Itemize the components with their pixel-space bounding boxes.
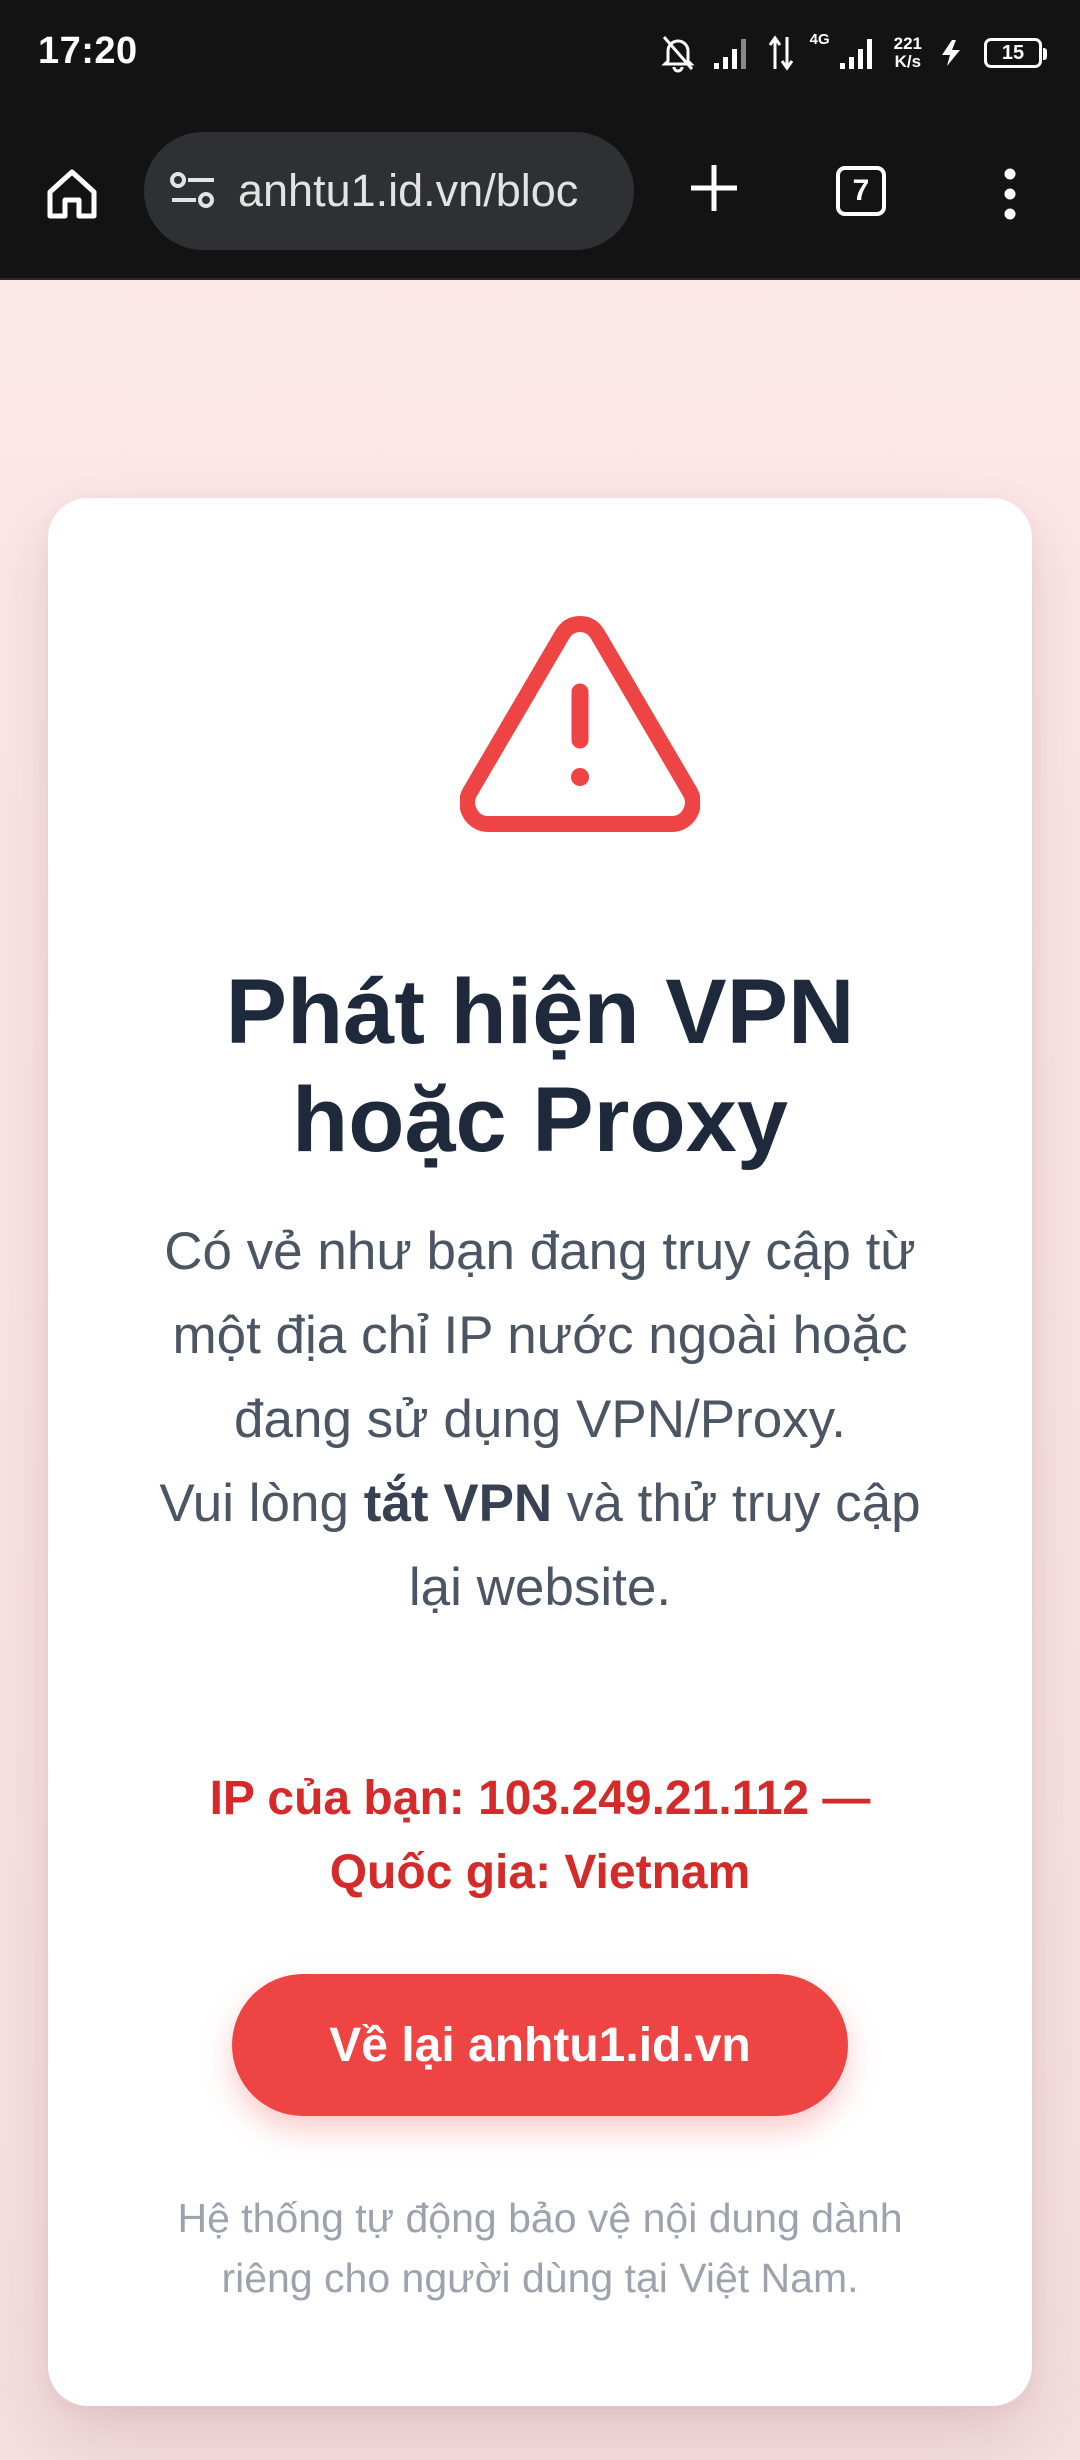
status-time: 17:20 <box>38 30 138 72</box>
signal-icon-2 <box>838 35 878 71</box>
footer-note: Hệ thống tự động bảo vệ nội dung dành ri… <box>177 2195 903 2301</box>
plus-icon <box>691 165 737 211</box>
browser-toolbar: anhtu1.id.vn/bloc 7 <box>0 110 1080 280</box>
browser-menu-button[interactable] <box>980 158 1040 230</box>
status-icons: 4G 221 K/s 15 <box>660 28 1047 78</box>
new-tab-button[interactable] <box>676 150 752 226</box>
battery-icon: 15 <box>984 38 1047 68</box>
more-vert-icon <box>1004 168 1016 220</box>
url-text: anhtu1.id.vn/bloc <box>238 165 579 216</box>
page-title: Phát hiện VPN hoặc Proxy <box>108 958 972 1174</box>
ip-address-line: IP của bạn: 103.249.21.112 — <box>209 1772 871 1825</box>
instruction-text: Vui lòng tắt VPN và thử truy cập lại web… <box>158 1462 922 1630</box>
instruction-emphasis: tắt VPN <box>363 1474 553 1533</box>
vpn-warning-card: Phát hiện VPN hoặc Proxy Có vẻ như bạn đ… <box>48 498 1032 2406</box>
status-bar: 17:20 4G 221 K/s 15 <box>0 0 1080 110</box>
data-transfer-icon <box>768 33 794 73</box>
ip-info: IP của bạn: 103.249.21.112 — Quốc gia: V… <box>138 1762 942 1910</box>
page-title-line-2: hoặc Proxy <box>292 1069 788 1171</box>
tab-count: 7 <box>852 174 870 207</box>
home-button[interactable] <box>36 158 108 230</box>
charging-icon <box>938 38 968 68</box>
network-gen-label: 4G <box>809 30 830 48</box>
description: Có vẻ như bạn đang truy cập từ một địa c… <box>158 1210 922 1630</box>
home-icon <box>47 169 97 219</box>
signal-icon <box>712 35 752 71</box>
warning-triangle-icon <box>460 616 700 832</box>
description-text: Có vẻ như bạn đang truy cập từ một địa c… <box>164 1222 916 1449</box>
country-line: Quốc gia: Vietnam <box>329 1846 751 1899</box>
page-title-line-1: Phát hiện VPN <box>225 961 855 1063</box>
network-speed: 221 K/s <box>894 35 922 71</box>
battery-level: 15 <box>1001 41 1025 64</box>
return-home-button[interactable]: Về lại anhtu1.id.vn <box>232 1974 848 2116</box>
network-speed-value: 221 <box>893 34 922 53</box>
bell-off-icon <box>660 33 696 73</box>
address-bar[interactable]: anhtu1.id.vn/bloc <box>144 132 634 250</box>
site-settings-icon[interactable] <box>166 164 220 218</box>
tab-switcher-button[interactable]: 7 <box>830 160 892 222</box>
instruction-prefix: Vui lòng <box>159 1474 364 1533</box>
tabs-icon: 7 <box>836 166 886 216</box>
network-speed-unit: K/s <box>894 52 922 71</box>
